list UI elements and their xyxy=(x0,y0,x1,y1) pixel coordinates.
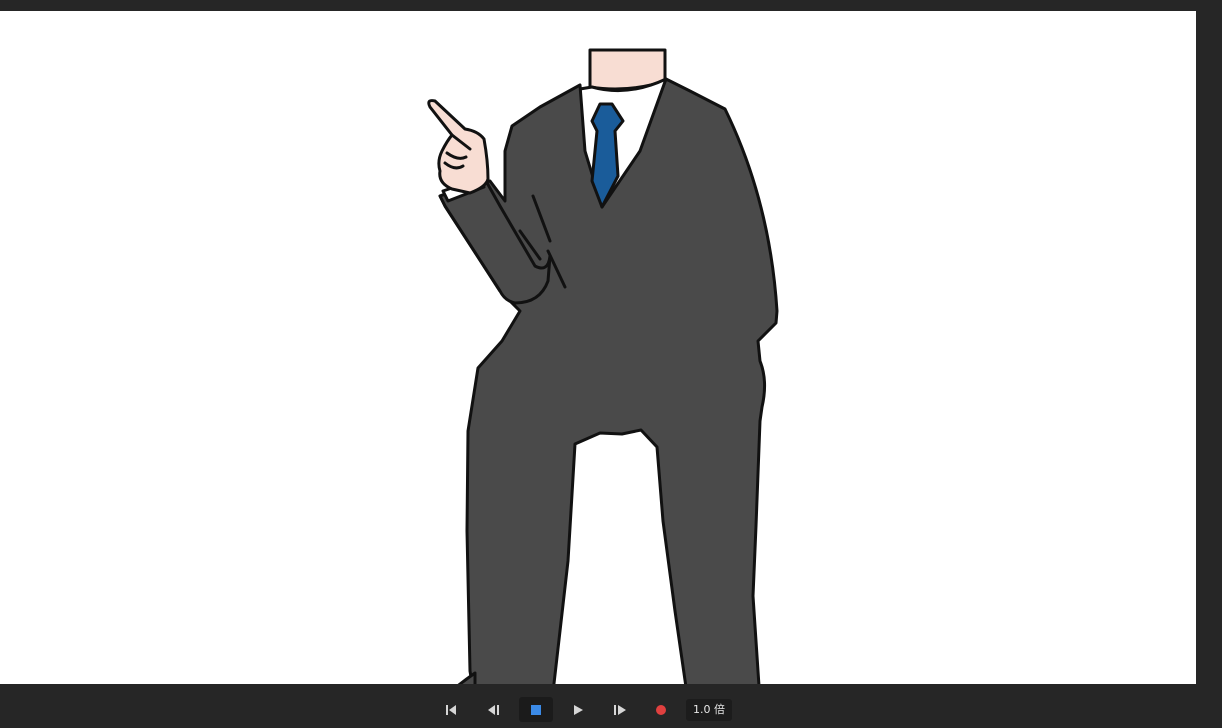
first-frame-button[interactable] xyxy=(443,698,459,722)
top-bar xyxy=(0,0,1222,11)
stop-icon xyxy=(531,704,541,715)
step-forward-icon xyxy=(614,705,626,715)
record-button[interactable] xyxy=(653,698,669,722)
record-icon xyxy=(656,705,666,715)
next-frame-button[interactable] xyxy=(611,698,629,722)
businessman-illustration xyxy=(427,48,779,684)
animation-player: 1.0 倍 xyxy=(0,0,1222,728)
skip-to-start-icon xyxy=(446,705,456,715)
pointing-hand xyxy=(427,99,490,195)
playback-speed-selector[interactable]: 1.0 倍 xyxy=(686,699,732,721)
play-button[interactable] xyxy=(570,698,586,722)
stage-canvas xyxy=(0,11,1196,684)
right-gutter xyxy=(1196,11,1222,684)
playback-controls: 1.0 倍 xyxy=(0,684,1222,728)
play-icon xyxy=(574,705,583,715)
step-back-icon xyxy=(488,705,499,715)
stop-button[interactable] xyxy=(519,697,553,722)
previous-frame-button[interactable] xyxy=(485,698,503,722)
